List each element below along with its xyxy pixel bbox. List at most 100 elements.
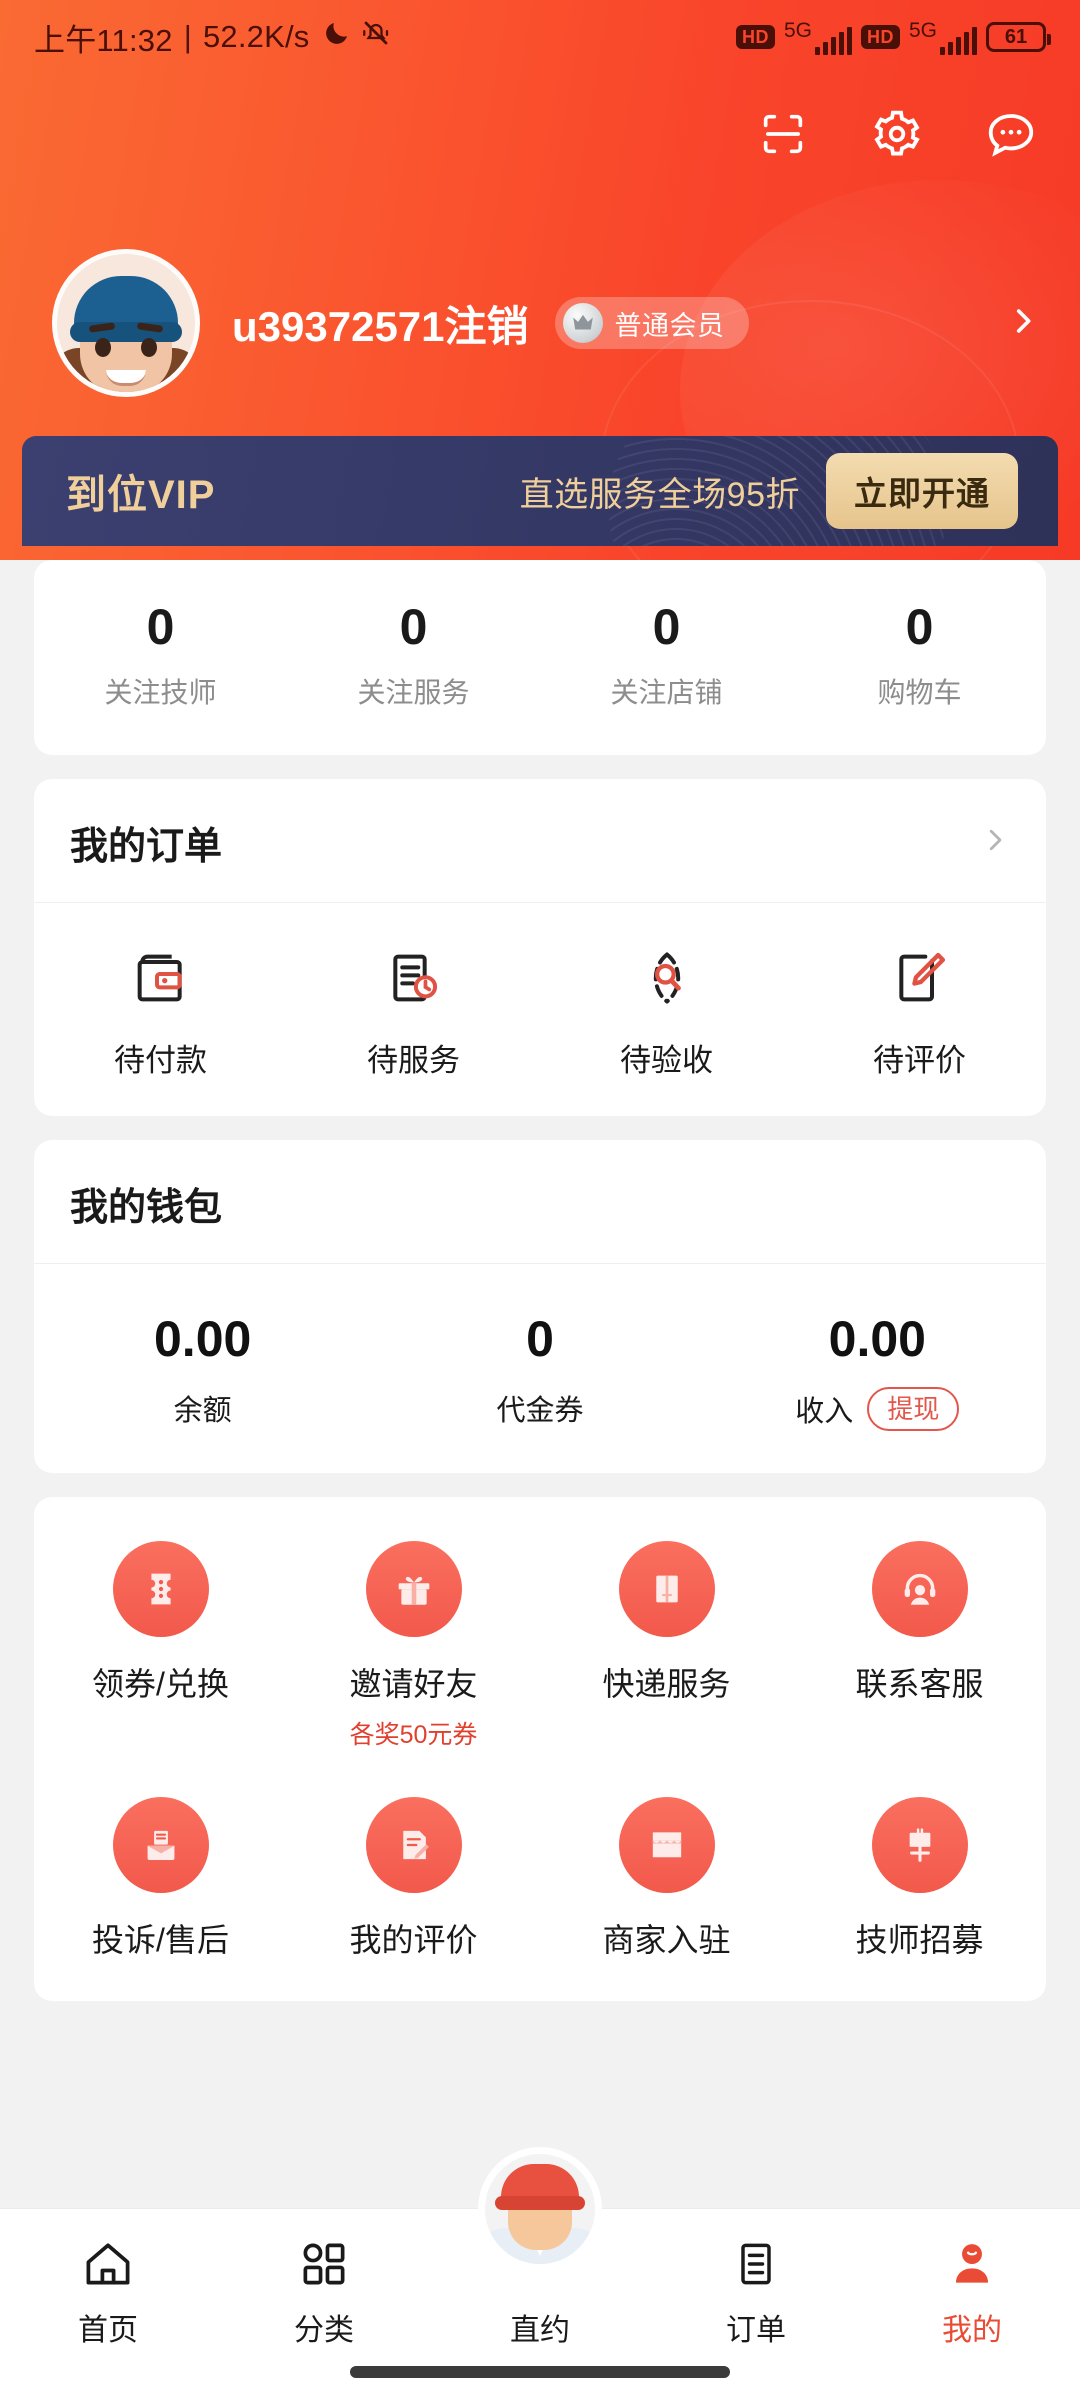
battery-indicator: 61	[986, 22, 1051, 52]
action-label: 我的评价	[349, 1922, 478, 1958]
wallet-label: 代金券	[496, 1395, 584, 1427]
vip-title: 到位VIP	[66, 473, 216, 517]
order-status-label: 待付款	[114, 1043, 207, 1078]
wallet-label: 余额	[173, 1395, 232, 1427]
stat-value: 0	[652, 599, 681, 655]
nav-item-direct-booking[interactable]: 直约	[432, 2147, 648, 2349]
signal-bars-sim1	[814, 26, 852, 55]
action-label: 领券/兑换	[92, 1666, 229, 1702]
order-status-pending-review[interactable]: 待评价	[793, 943, 1046, 1080]
search-inspect-icon	[540, 943, 793, 1013]
action-my-reviews[interactable]: 我的评价	[287, 1797, 540, 1961]
wallet-value: 0.00	[154, 1311, 252, 1367]
member-level-label: 普通会员	[614, 310, 725, 341]
wallet-title: 我的钱包	[70, 1187, 223, 1229]
action-merchant-settlement[interactable]: 商家入驻	[540, 1797, 793, 1961]
hd-badge-sim1: HD	[735, 25, 775, 49]
chevron-right-icon[interactable]	[980, 825, 1010, 860]
avatar[interactable]	[52, 249, 200, 397]
avatar-eye-right	[141, 338, 157, 357]
order-status-label: 待服务	[367, 1043, 460, 1078]
review-pencil-icon	[365, 1797, 462, 1893]
stat-followed-shops[interactable]: 0 关注店铺	[540, 600, 793, 711]
withdraw-button[interactable]: 提现	[867, 1387, 960, 1431]
nav-item-category[interactable]: 分类	[216, 2233, 432, 2349]
nav-item-label: 直约	[510, 2314, 570, 2347]
status-separator: |	[183, 19, 192, 54]
chevron-right-icon[interactable]	[1006, 304, 1040, 343]
username-label: u39372571注销	[232, 302, 529, 350]
nav-item-label: 订单	[726, 2314, 786, 2347]
nav-item-profile[interactable]: 我的	[864, 2233, 1080, 2349]
orders-card: 我的订单 待付款 待服务 待验收 待评价	[34, 779, 1046, 1116]
home-icon	[0, 2233, 216, 2295]
order-status-pending-acceptance[interactable]: 待验收	[540, 943, 793, 1080]
action-contact-support[interactable]: 联系客服	[793, 1541, 1046, 1751]
vip-activate-button[interactable]: 立即开通	[826, 453, 1018, 529]
action-label: 技师招募	[855, 1922, 984, 1958]
page-header: 上午11:32 | 52.2K/s HD 5G HD 5G 61 u393725…	[0, 0, 1080, 560]
wallet-row: 0.00 余额 0 代金券 0.00 收入 提现	[34, 1264, 1046, 1473]
shop-store-icon	[618, 1797, 715, 1893]
status-badge[interactable]: 普通会员	[554, 297, 749, 349]
stat-shopping-cart[interactable]: 0 购物车	[793, 600, 1046, 711]
stat-label: 购物车	[877, 677, 962, 708]
network-type-sim2: 5G	[908, 18, 937, 42]
action-technician-recruitment[interactable]: 技师招募	[793, 1797, 1046, 1961]
wallet-vouchers[interactable]: 0 代金券	[371, 1312, 708, 1431]
stat-value: 0	[399, 599, 428, 655]
wallet-icon	[34, 943, 287, 1013]
crown-icon	[562, 303, 603, 343]
nav-item-home[interactable]: 首页	[0, 2233, 216, 2349]
header-action-icons	[754, 105, 1040, 163]
package-box-icon	[618, 1541, 715, 1637]
action-label: 商家入驻	[602, 1922, 731, 1958]
order-status-row: 待付款 待服务 待验收 待评价	[34, 903, 1046, 1116]
orders-title: 我的订单	[70, 826, 223, 868]
action-complaint-aftersales[interactable]: 投诉/售后	[34, 1797, 287, 1961]
stat-followed-services[interactable]: 0 关注服务	[287, 600, 540, 711]
stat-label: 关注技师	[104, 677, 217, 708]
avatar-eye-left	[95, 338, 111, 357]
action-label: 快递服务	[602, 1666, 731, 1702]
order-status-pending-service[interactable]: 待服务	[287, 943, 540, 1080]
signal-bars-sim2	[940, 26, 977, 55]
nav-item-orders[interactable]: 订单	[648, 2233, 864, 2349]
vip-banner[interactable]: 到位VIP 直选服务全场95折 立即开通	[22, 436, 1058, 546]
complaint-inbox-icon	[112, 1797, 209, 1893]
status-bar: 上午11:32 | 52.2K/s HD 5G HD 5G 61	[0, 0, 1080, 74]
quick-actions-card: 领券/兑换 邀请好友 各奖50元券 快递服务 联系客服 投诉/售后 我的评价 商…	[34, 1497, 1046, 2001]
action-coupon-exchange[interactable]: 领券/兑换	[34, 1541, 287, 1751]
edit-pencil-icon	[793, 943, 1046, 1013]
action-label: 投诉/售后	[92, 1922, 229, 1958]
order-status-label: 待评价	[873, 1043, 966, 1078]
quick-actions-row-2: 投诉/售后 我的评价 商家入驻 技师招募	[34, 1797, 1046, 1961]
orders-header[interactable]: 我的订单	[34, 779, 1046, 903]
action-express-service[interactable]: 快递服务	[540, 1541, 793, 1751]
action-label: 邀请好友	[349, 1666, 478, 1702]
coupon-ticket-icon	[112, 1541, 209, 1637]
wallet-income[interactable]: 0.00 收入 提现	[709, 1312, 1046, 1431]
profile-row[interactable]: u39372571注销 普通会员	[52, 248, 1040, 398]
vip-description: 直选服务全场95折	[519, 475, 800, 514]
status-bar-right: HD 5G HD 5G 61	[735, 18, 1051, 55]
stat-followed-technicians[interactable]: 0 关注技师	[34, 600, 287, 711]
main-content: 0 关注技师 0 关注服务 0 关注店铺 0 购物车 我的订单 待付款 待服务 …	[0, 560, 1080, 2025]
action-label: 联系客服	[855, 1666, 984, 1702]
profile-person-icon	[864, 2233, 1080, 2295]
technician-avatar-icon	[478, 2147, 602, 2271]
home-indicator	[350, 2366, 730, 2378]
wallet-balance[interactable]: 0.00 余额	[34, 1312, 371, 1431]
chat-bubble-icon[interactable]	[982, 105, 1040, 163]
wallet-header[interactable]: 我的钱包	[34, 1140, 1046, 1264]
status-bar-left: 上午11:32 | 52.2K/s	[34, 15, 391, 60]
wallet-label: 收入	[795, 1396, 854, 1428]
wallet-card: 我的钱包 0.00 余额 0 代金券 0.00 收入 提现	[34, 1140, 1046, 1473]
gear-icon[interactable]	[868, 105, 926, 163]
action-invite-friends[interactable]: 邀请好友 各奖50元券	[287, 1541, 540, 1751]
recruit-banner-icon	[871, 1797, 968, 1893]
scan-icon[interactable]	[754, 105, 812, 163]
order-status-pending-payment[interactable]: 待付款	[34, 943, 287, 1080]
network-type-sim1: 5G	[783, 18, 812, 42]
stat-value: 0	[146, 599, 175, 655]
